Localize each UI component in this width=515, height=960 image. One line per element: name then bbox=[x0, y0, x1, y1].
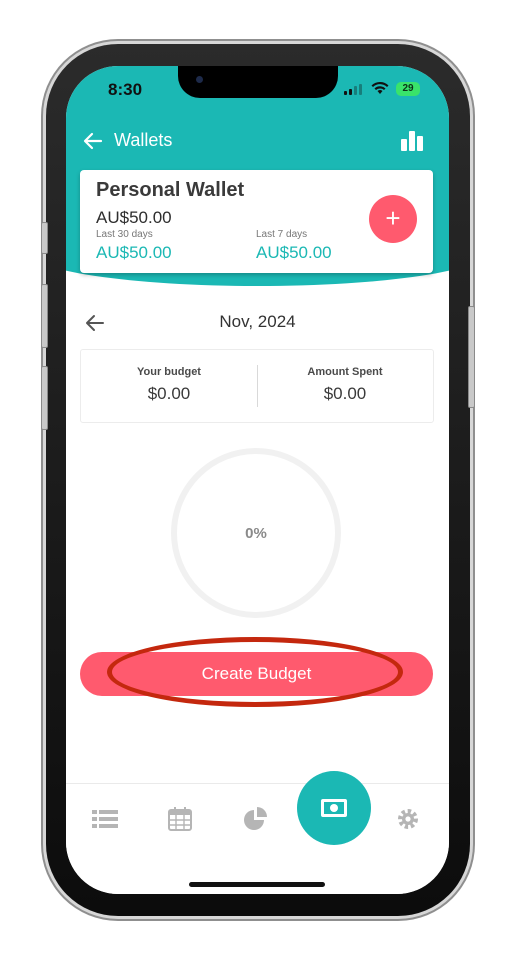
wallet-balance: AU$50.00 bbox=[96, 208, 172, 227]
notch bbox=[178, 66, 338, 98]
home-indicator bbox=[189, 882, 325, 887]
signal-icon bbox=[344, 84, 362, 95]
page-title: Wallets bbox=[114, 130, 173, 150]
highlight-annotation bbox=[107, 637, 403, 707]
volume-down-button bbox=[41, 366, 48, 430]
gear-icon[interactable] bbox=[394, 806, 422, 832]
silent-switch bbox=[41, 222, 48, 254]
last30-label: Last 30 days bbox=[96, 229, 153, 240]
last7-amount: AU$50.00 bbox=[256, 243, 332, 262]
battery-icon: 29 bbox=[396, 82, 420, 96]
calendar-icon[interactable] bbox=[166, 806, 194, 832]
list-icon[interactable] bbox=[91, 806, 119, 832]
status-time: 8:30 bbox=[108, 80, 143, 99]
bar-chart-icon[interactable] bbox=[401, 129, 425, 151]
add-transaction-button[interactable]: + bbox=[369, 195, 417, 243]
last7-label: Last 7 days bbox=[256, 229, 308, 240]
your-budget-value: $0.00 bbox=[147, 384, 191, 403]
budget-percent: 0% bbox=[245, 525, 267, 542]
budget-summary: Your budget $0.00 Amount Spent $0.00 bbox=[80, 349, 434, 423]
previous-month-icon[interactable] bbox=[84, 313, 106, 333]
last30-amount: AU$50.00 bbox=[96, 243, 172, 262]
pie-chart-icon[interactable] bbox=[242, 806, 270, 832]
wifi-icon bbox=[371, 81, 389, 94]
amount-spent-label: Amount Spent bbox=[307, 366, 383, 378]
month-label: Nov, 2024 bbox=[219, 312, 296, 331]
tab-budget-active[interactable] bbox=[297, 771, 371, 845]
your-budget-label: Your budget bbox=[137, 366, 201, 378]
your-budget: Your budget $0.00 bbox=[81, 350, 257, 404]
money-icon bbox=[321, 799, 347, 817]
tab-bar bbox=[66, 783, 449, 894]
power-button bbox=[468, 306, 475, 408]
screen: 8:30 29 Wallets Personal Wallet AU$50.00… bbox=[66, 66, 449, 894]
wallet-name: Personal Wallet bbox=[96, 179, 245, 201]
amount-spent: Amount Spent $0.00 bbox=[257, 350, 433, 404]
arrow-left-icon[interactable] bbox=[82, 130, 104, 152]
camera bbox=[196, 76, 203, 83]
amount-spent-value: $0.00 bbox=[323, 384, 367, 403]
volume-up-button bbox=[41, 284, 48, 348]
wallet-card[interactable]: Personal Wallet AU$50.00 Last 30 days AU… bbox=[80, 170, 433, 273]
